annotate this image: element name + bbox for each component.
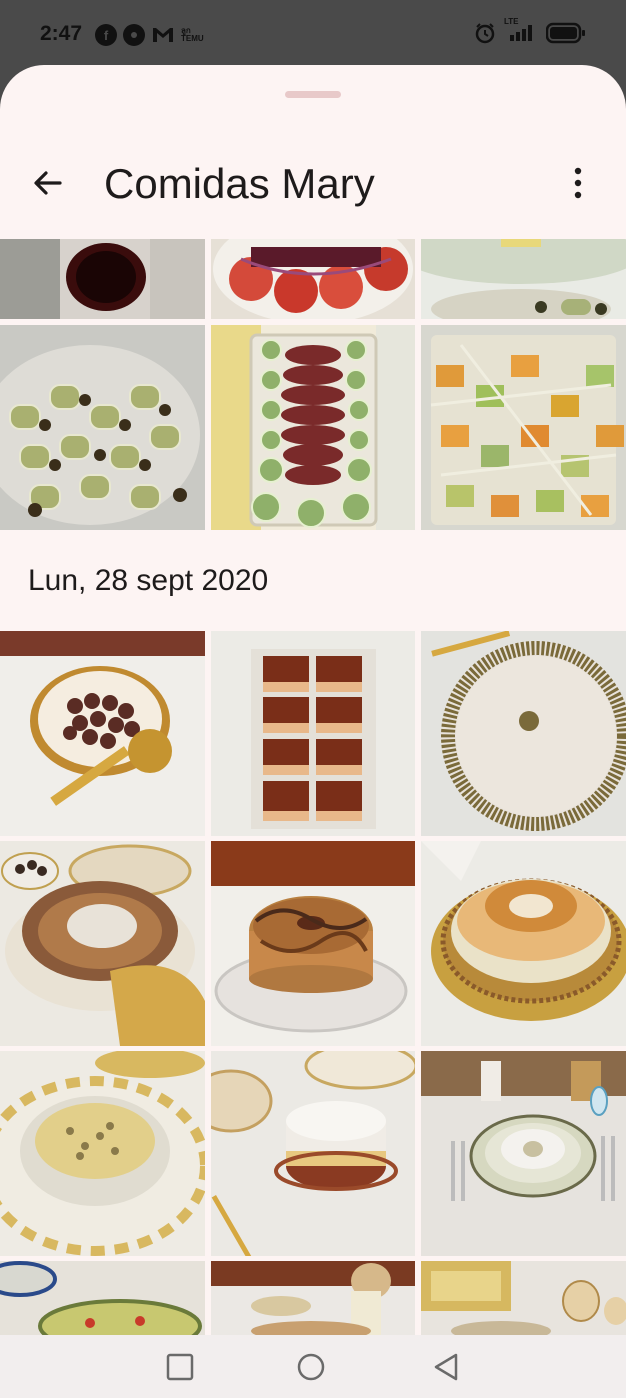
section-date-header: Lun, 28 sept 2020 [28, 564, 269, 597]
photo-row [0, 841, 626, 1046]
temu-icon: ลูก TEMU [181, 26, 204, 43]
photo-thumbnail[interactable] [0, 841, 205, 1046]
album-header: Comidas Mary [0, 135, 626, 235]
chrome-icon [123, 24, 145, 46]
photo-thumbnail[interactable] [0, 631, 205, 836]
back-icon[interactable] [432, 1353, 460, 1381]
photo-thumbnail[interactable] [210, 841, 416, 1046]
photo-row [0, 1261, 626, 1335]
bottom-sheet: Comidas Mary Lun, 28 sept 2020 [0, 65, 626, 1335]
album-title: Comidas Mary [104, 160, 375, 207]
photo-thumbnail[interactable] [421, 1051, 626, 1256]
system-nav-bar [0, 1335, 626, 1398]
photo-row [0, 325, 626, 530]
photo-thumbnail[interactable] [210, 325, 416, 530]
photo-thumbnail[interactable] [0, 1051, 205, 1256]
photo-thumbnail[interactable] [421, 325, 626, 530]
photo-thumbnail[interactable] [210, 1261, 416, 1335]
signal-icon: LTE [504, 17, 538, 43]
network-type-label: LTE [504, 17, 519, 26]
gmail-icon [151, 26, 175, 44]
status-app-icons: f ลูก TEMU [95, 24, 209, 46]
more-vert-icon[interactable] [560, 165, 596, 201]
facebook-icon: f [95, 24, 117, 46]
photo-thumbnail[interactable] [210, 1051, 416, 1256]
battery-icon [546, 22, 586, 44]
status-right-icons: LTE [474, 17, 586, 44]
photo-thumbnail[interactable] [210, 239, 416, 319]
photo-row [0, 239, 626, 319]
photo-thumbnail[interactable] [0, 239, 205, 319]
arrow-back-icon[interactable] [30, 165, 66, 201]
status-time: 2:47 [40, 22, 83, 45]
status-bar: 2:47 f ลูก TEMU LTE [0, 0, 626, 70]
home-icon[interactable] [297, 1353, 325, 1381]
recent-apps-icon[interactable] [166, 1353, 194, 1381]
photo-thumbnail[interactable] [210, 631, 416, 836]
photo-row [0, 631, 626, 836]
photo-thumbnail[interactable] [0, 325, 205, 530]
photo-thumbnail[interactable] [421, 841, 626, 1046]
photo-thumbnail[interactable] [421, 631, 626, 836]
photo-thumbnail[interactable] [421, 1261, 626, 1335]
drag-handle[interactable] [285, 91, 341, 98]
alarm-icon [474, 22, 496, 44]
photo-row [0, 1051, 626, 1256]
photo-thumbnail[interactable] [421, 239, 626, 319]
photo-thumbnail[interactable] [0, 1261, 205, 1335]
